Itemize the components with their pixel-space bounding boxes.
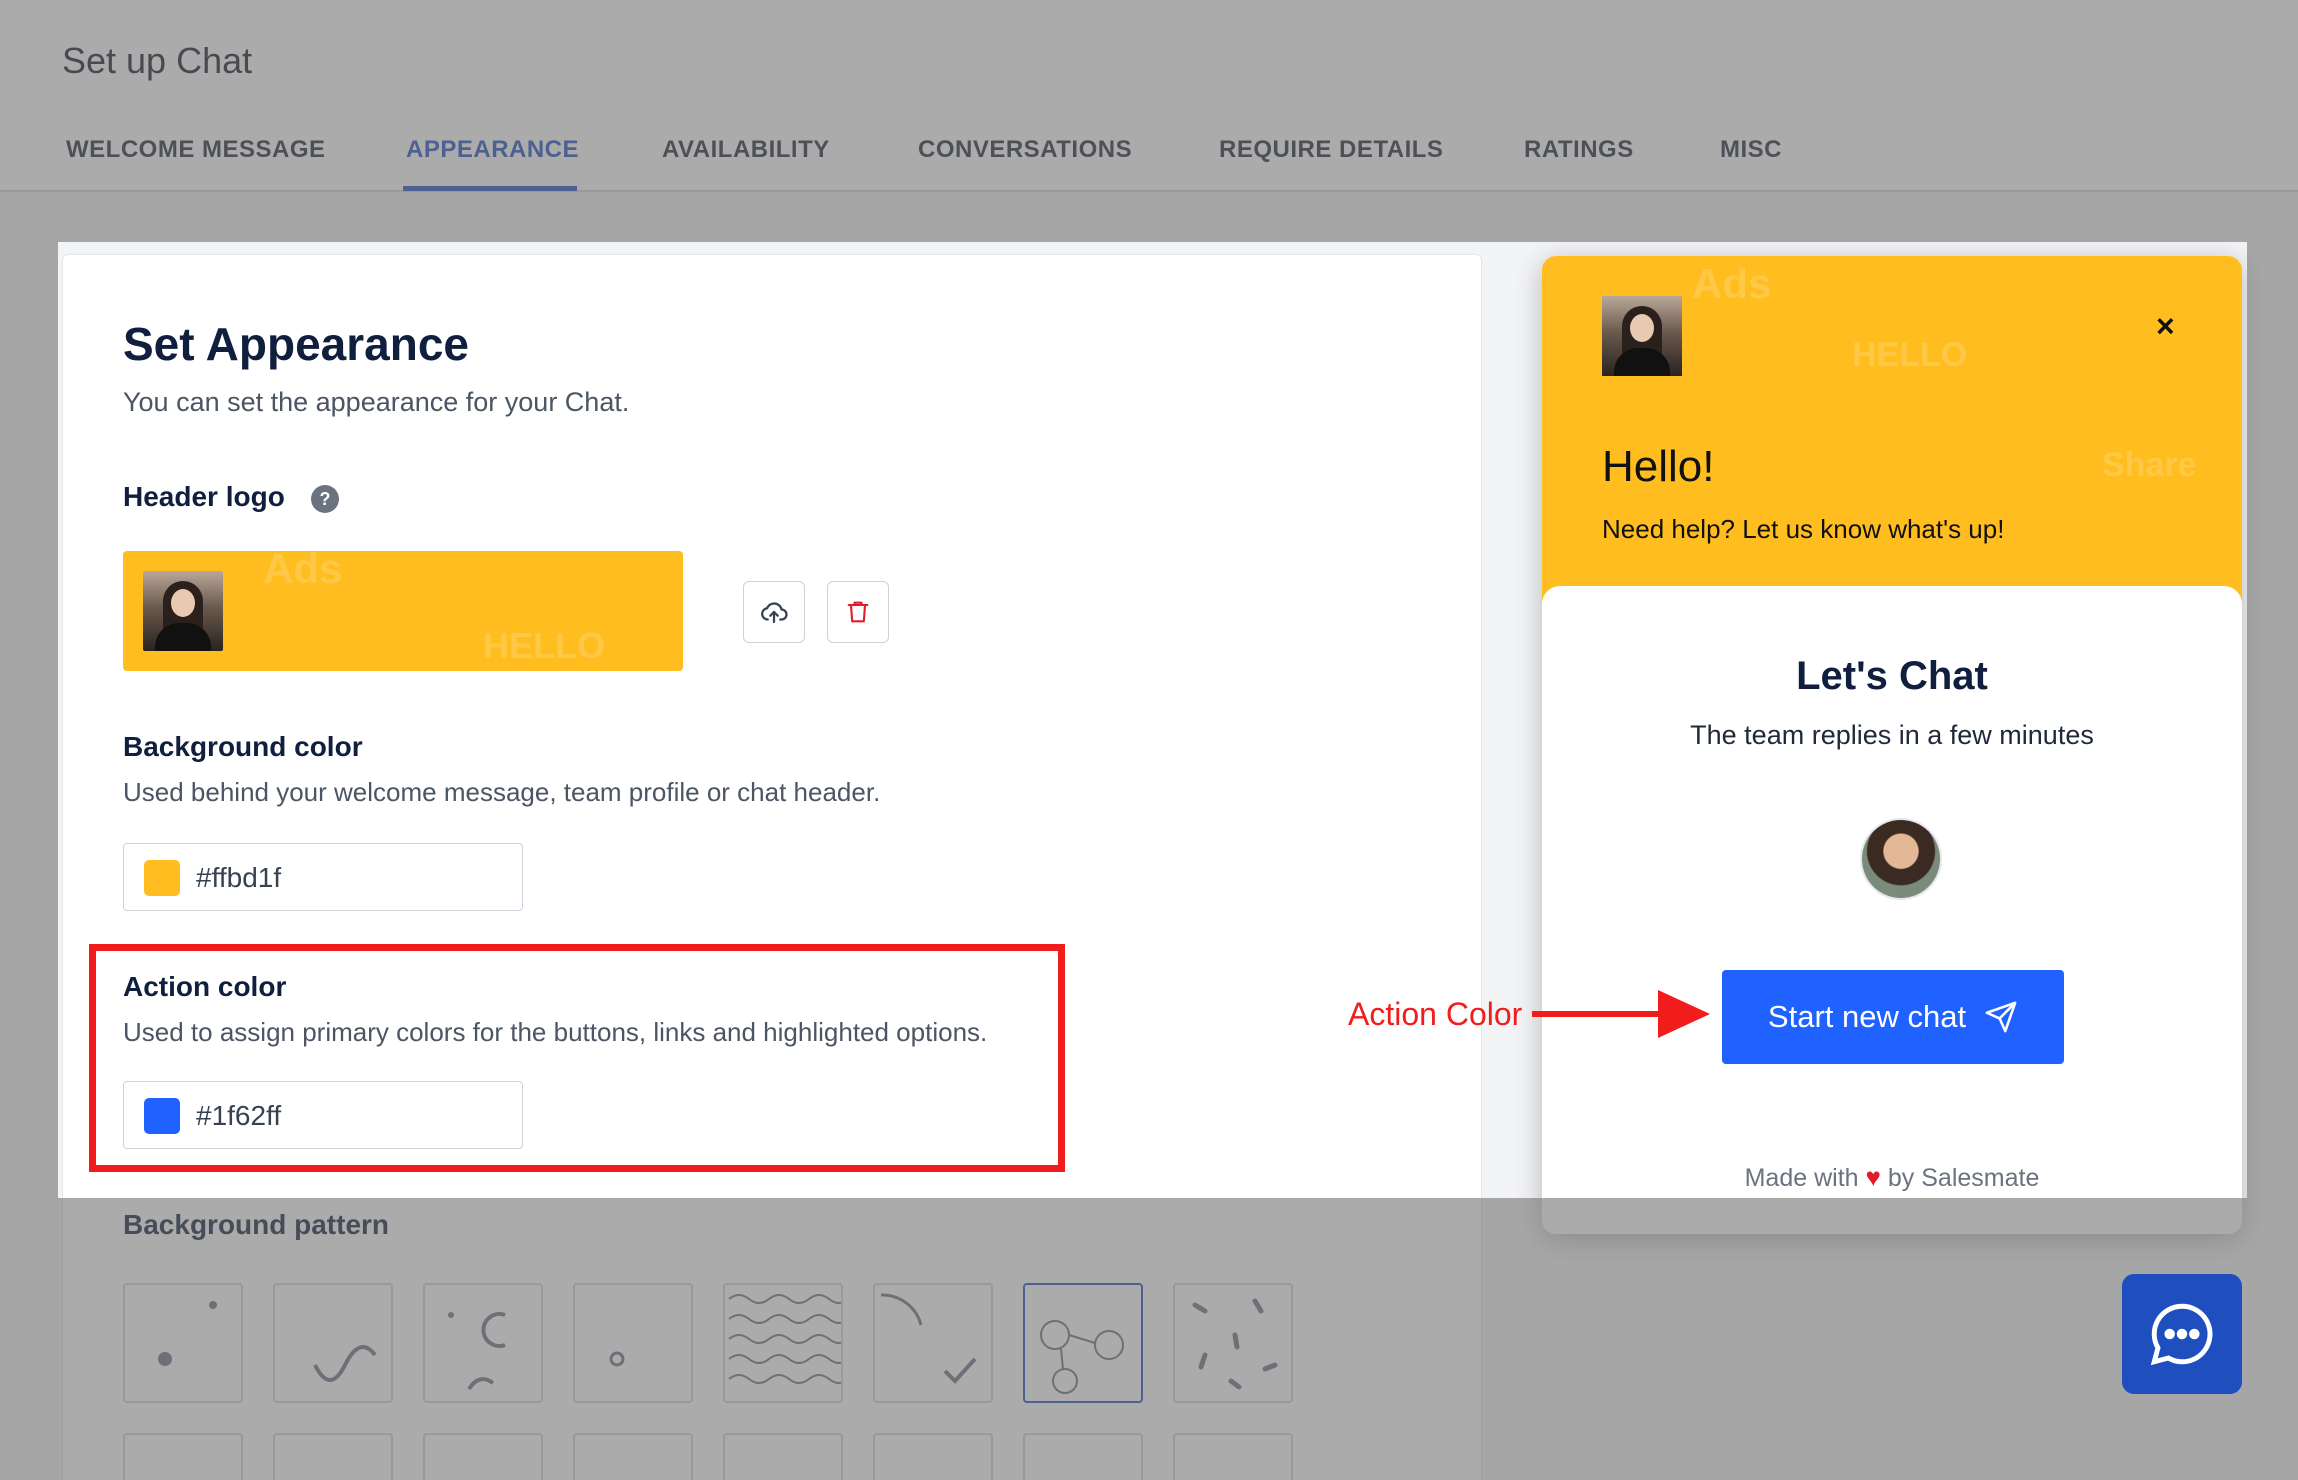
background-color-input[interactable]: #ffbd1f [123,843,523,911]
chat-header-logo [1602,296,1682,376]
header-logo-label: Header logo [123,481,285,512]
cloud-upload-icon [761,602,788,624]
start-new-chat-button[interactable]: Start new chat [1722,970,2064,1064]
overlay-dim [2247,242,2298,1198]
section-title: Set Appearance [123,318,469,370]
pattern-tile[interactable] [1173,1283,1293,1403]
tab-bar: WELCOME MESSAGE APPEARANCE AVAILABILITY … [0,124,2298,192]
made-with-brand: by Salesmate [1887,1164,2040,1192]
delete-logo-button[interactable] [827,581,889,643]
pattern-tile[interactable] [273,1283,393,1403]
chat-greeting: Hello! [1602,442,1715,491]
chat-card: Let's Chat The team replies in a few min… [1542,586,2242,1234]
tab-misc[interactable]: MISC [1720,136,1782,164]
pattern-decoration: Ads [263,551,343,592]
background-color-label: Background color [123,731,363,762]
pattern-tile[interactable] [873,1433,993,1480]
action-color-highlight [89,944,1065,1172]
pattern-tile[interactable] [573,1283,693,1403]
tab-require-details[interactable]: REQUIRE DETAILS [1219,136,1443,164]
agent-avatar [1860,818,1942,900]
pattern-tile[interactable] [123,1433,243,1480]
pattern-tile[interactable] [423,1433,543,1480]
pattern-tile[interactable] [723,1433,843,1480]
pattern-tile[interactable] [1023,1433,1143,1480]
chat-card-title: Let's Chat [1796,654,1988,698]
tab-appearance[interactable]: APPEARANCE [406,136,579,164]
annotation-label: Action Color [1348,996,1523,1032]
made-with-footer: Made with ♥ by Salesmate [1542,1162,2242,1193]
tab-conversations[interactable]: CONVERSATIONS [918,136,1132,164]
annotation-arrow-icon [1532,990,1710,1038]
background-pattern-label: Background pattern [123,1209,390,1240]
section-subtitle: You can set the appearance for your Chat… [123,387,630,417]
pattern-tile[interactable] [723,1283,850,1403]
paper-plane-icon [1985,1001,2017,1033]
trash-icon [847,601,869,623]
pattern-tile[interactable] [1173,1433,1293,1480]
pattern-decoration: Ads [1692,260,1772,307]
chat-header: Ads HELLO Share × Hello! Need help? Let … [1542,256,2242,606]
logo-image [143,571,223,651]
pattern-tile[interactable] [123,1283,243,1403]
tab-welcome-message[interactable]: WELCOME MESSAGE [66,136,326,164]
pattern-decoration: Share [2102,446,2197,484]
pattern-decoration: HELLO [1852,336,1968,374]
made-with-prefix: Made with [1744,1164,1859,1192]
question-icon[interactable]: ? [311,485,339,513]
setup-chat-page: Set up Chat WELCOME MESSAGE APPEARANCE A… [0,0,2298,1480]
chat-widget-preview: Ads HELLO Share × Hello! Need help? Let … [1542,256,2242,1234]
background-color-value: #ffbd1f [196,862,282,893]
pattern-tile[interactable] [573,1433,693,1480]
top-bar: Set up Chat WELCOME MESSAGE APPEARANCE A… [0,0,2298,192]
page-title: Set up Chat [62,40,253,81]
pattern-tile[interactable] [273,1433,393,1480]
chat-launcher-button[interactable] [2122,1274,2242,1394]
tab-ratings[interactable]: RATINGS [1524,136,1634,164]
pattern-tile[interactable] [423,1283,543,1403]
background-color-swatch[interactable] [144,860,180,896]
tab-availability[interactable]: AVAILABILITY [662,136,830,164]
close-icon[interactable]: × [2156,308,2175,345]
overlay-dim [0,242,58,1198]
chat-help-text: Need help? Let us know what's up! [1602,514,2005,544]
heart-icon: ♥ [1865,1162,1881,1192]
pattern-tile[interactable] [873,1283,993,1403]
active-tab-indicator [403,186,577,191]
start-new-chat-label: Start new chat [1767,999,1967,1034]
upload-logo-button[interactable] [743,581,805,643]
pattern-decoration: HELLO [483,625,605,666]
chat-bubble-icon [2150,1303,2213,1366]
pattern-tile-selected[interactable] [1023,1283,1143,1403]
background-color-description: Used behind your welcome message, team p… [123,777,881,807]
appearance-settings-card: Set Appearance You can set the appearanc… [62,254,1482,1480]
header-logo-preview: Ads HELLO [123,551,683,671]
chat-card-subtitle: The team replies in a few minutes [1690,720,2094,750]
